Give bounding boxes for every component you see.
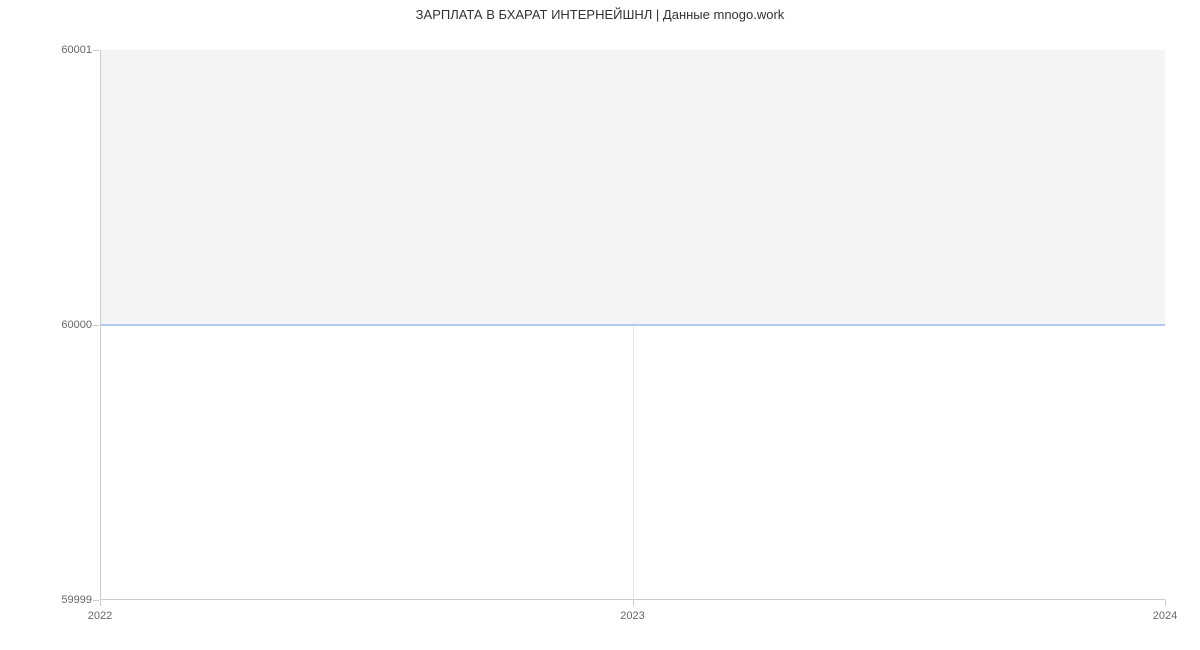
shaded-region (100, 50, 1165, 325)
x-tick (1165, 600, 1166, 606)
chart-container: ЗАРПЛАТА В БХАРАТ ИНТЕРНЕЙШНЛ | Данные m… (0, 0, 1200, 650)
x-tick (100, 600, 101, 606)
x-tick-label: 2022 (88, 610, 112, 622)
y-tick-label: 60000 (61, 319, 92, 331)
x-tick-label: 2023 (620, 610, 644, 622)
y-tick (93, 600, 99, 601)
data-line (100, 325, 1165, 326)
y-tick-label: 59999 (61, 594, 92, 606)
x-tick-label: 2024 (1153, 610, 1177, 622)
chart-title: ЗАРПЛАТА В БХАРАТ ИНТЕРНЕЙШНЛ | Данные m… (0, 7, 1200, 22)
plot-area (100, 50, 1165, 600)
x-tick (633, 600, 634, 606)
y-tick (93, 50, 99, 51)
y-tick-label: 60001 (61, 44, 92, 56)
y-tick (93, 325, 99, 326)
